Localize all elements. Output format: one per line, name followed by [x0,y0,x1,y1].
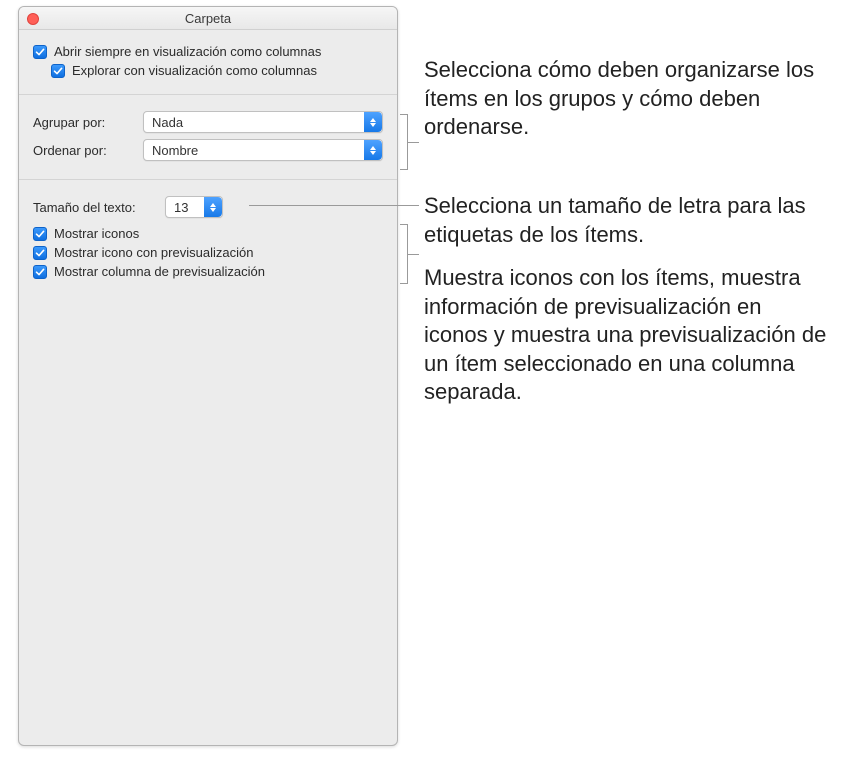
text-size-label: Tamaño del texto: [33,200,165,215]
browse-columns-row[interactable]: Explorar con visualización como columnas [51,63,383,78]
callout-bracket [400,224,408,284]
callout-text-size: Selecciona un tamaño de letra para las e… [424,192,844,249]
checkbox-checked-icon[interactable] [51,64,65,78]
show-preview-column-row[interactable]: Mostrar columna de previsualización [33,264,383,279]
checkbox-checked-icon[interactable] [33,227,47,241]
section-display: Tamaño del texto: 13 Mostrar iconos Most… [19,180,397,295]
sort-by-row: Ordenar por: Nombre [33,139,383,161]
sort-by-label: Ordenar por: [33,143,143,158]
titlebar: Carpeta [19,7,397,30]
folder-view-options-window: Carpeta Abrir siempre en visualización c… [18,6,398,746]
show-icon-preview-row[interactable]: Mostrar icono con previsualización [33,245,383,260]
section-view-mode: Abrir siempre en visualización como colu… [19,30,397,95]
text-size-select[interactable]: 13 [165,196,223,218]
callout-line [408,142,419,143]
sort-by-select[interactable]: Nombre [143,139,383,161]
checkbox-checked-icon[interactable] [33,246,47,260]
always-open-columns-label: Abrir siempre en visualización como colu… [54,44,321,59]
always-open-columns-row[interactable]: Abrir siempre en visualización como colu… [33,44,383,59]
close-icon[interactable] [27,13,39,25]
updown-arrows-icon [364,112,382,132]
group-by-value: Nada [152,115,183,130]
text-size-value: 13 [174,200,188,215]
browse-columns-label: Explorar con visualización como columnas [72,63,317,78]
updown-arrows-icon [364,140,382,160]
show-icons-label: Mostrar iconos [54,226,139,241]
callout-icons-preview: Muestra iconos con los ítems, muestra in… [424,264,829,407]
group-by-label: Agrupar por: [33,115,143,130]
group-by-select[interactable]: Nada [143,111,383,133]
callout-line [249,205,419,206]
checkbox-checked-icon[interactable] [33,265,47,279]
show-preview-column-label: Mostrar columna de previsualización [54,264,265,279]
text-size-row: Tamaño del texto: 13 [33,196,383,218]
show-icons-row[interactable]: Mostrar iconos [33,226,383,241]
callout-bracket [400,114,408,170]
group-by-row: Agrupar por: Nada [33,111,383,133]
callout-line [408,254,419,255]
callout-grouping: Selecciona cómo deben organizarse los ít… [424,56,844,142]
updown-arrows-icon [204,197,222,217]
checkbox-checked-icon[interactable] [33,45,47,59]
window-title: Carpeta [185,11,231,26]
show-icon-preview-label: Mostrar icono con previsualización [54,245,253,260]
sort-by-value: Nombre [152,143,198,158]
section-grouping: Agrupar por: Nada Ordenar por: Nombre [19,95,397,180]
